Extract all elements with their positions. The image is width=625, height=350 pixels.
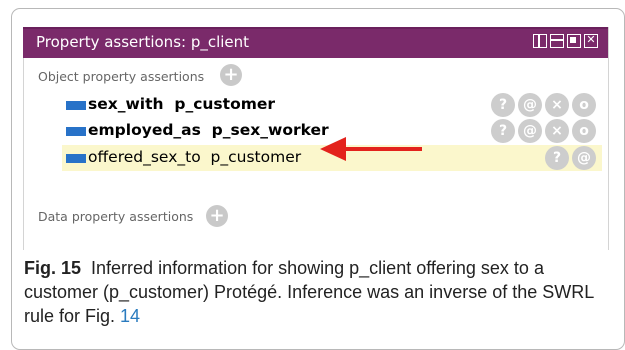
add-object-property-button[interactable]: + [220,64,242,86]
assertion-text: offered_sex_to p_customer [88,148,301,166]
delete-button[interactable]: × [545,93,569,117]
close-icon[interactable]: ✕ [584,34,598,48]
row-buttons: ? @ × o [491,93,596,117]
assertion-row[interactable]: sex_with p_customer ? @ × o [62,92,602,118]
figure-caption: Fig. 15 Inferred information for showing… [24,256,614,328]
object-property-swatch-icon [66,154,86,163]
panel-title-bar: Property assertions: p_client ✕ [23,27,608,58]
figure-reference-link[interactable]: 14 [120,306,140,326]
property-assertions-panel: Property assertions: p_client ✕ Object p… [23,27,609,250]
split-horizontal-icon[interactable] [550,34,564,48]
delete-button[interactable]: × [545,119,569,143]
row-buttons: ? @ × o [491,119,596,143]
property-name: sex_with [88,95,164,113]
object-property-assertions-label: Object property assertions [38,69,205,84]
window-controls: ✕ [533,34,598,48]
row-buttons: ? @ [545,146,596,170]
object-property-swatch-icon [66,101,86,110]
panel-content: Object property assertions + sex_with p_… [23,58,609,250]
property-value: p_customer [174,95,276,113]
split-vertical-icon[interactable] [533,34,547,48]
caption-text: Inferred information for showing p_clien… [24,258,594,326]
explain-button[interactable]: ? [491,119,515,143]
maximize-icon[interactable] [567,34,581,48]
property-value: p_sex_worker [211,121,329,139]
annotate-button[interactable]: @ [518,93,542,117]
assertion-text: sex_with p_customer [88,95,275,113]
annotate-button[interactable]: @ [572,146,596,170]
property-name: offered_sex_to [88,148,201,166]
property-value: p_customer [210,148,302,166]
property-name: employed_as [88,121,201,139]
explain-button[interactable]: ? [491,93,515,117]
explain-button[interactable]: ? [545,146,569,170]
assertion-text: employed_as p_sex_worker [88,121,329,139]
add-data-property-button[interactable]: + [206,205,228,227]
object-property-swatch-icon [66,127,86,136]
edit-button[interactable]: o [572,93,596,117]
data-property-assertions-label: Data property assertions [38,209,194,224]
annotate-button[interactable]: @ [518,119,542,143]
red-arrow-icon [320,137,422,161]
edit-button[interactable]: o [572,119,596,143]
figure-label: Fig. 15 [24,258,82,278]
panel-title: Property assertions: p_client [36,33,250,51]
